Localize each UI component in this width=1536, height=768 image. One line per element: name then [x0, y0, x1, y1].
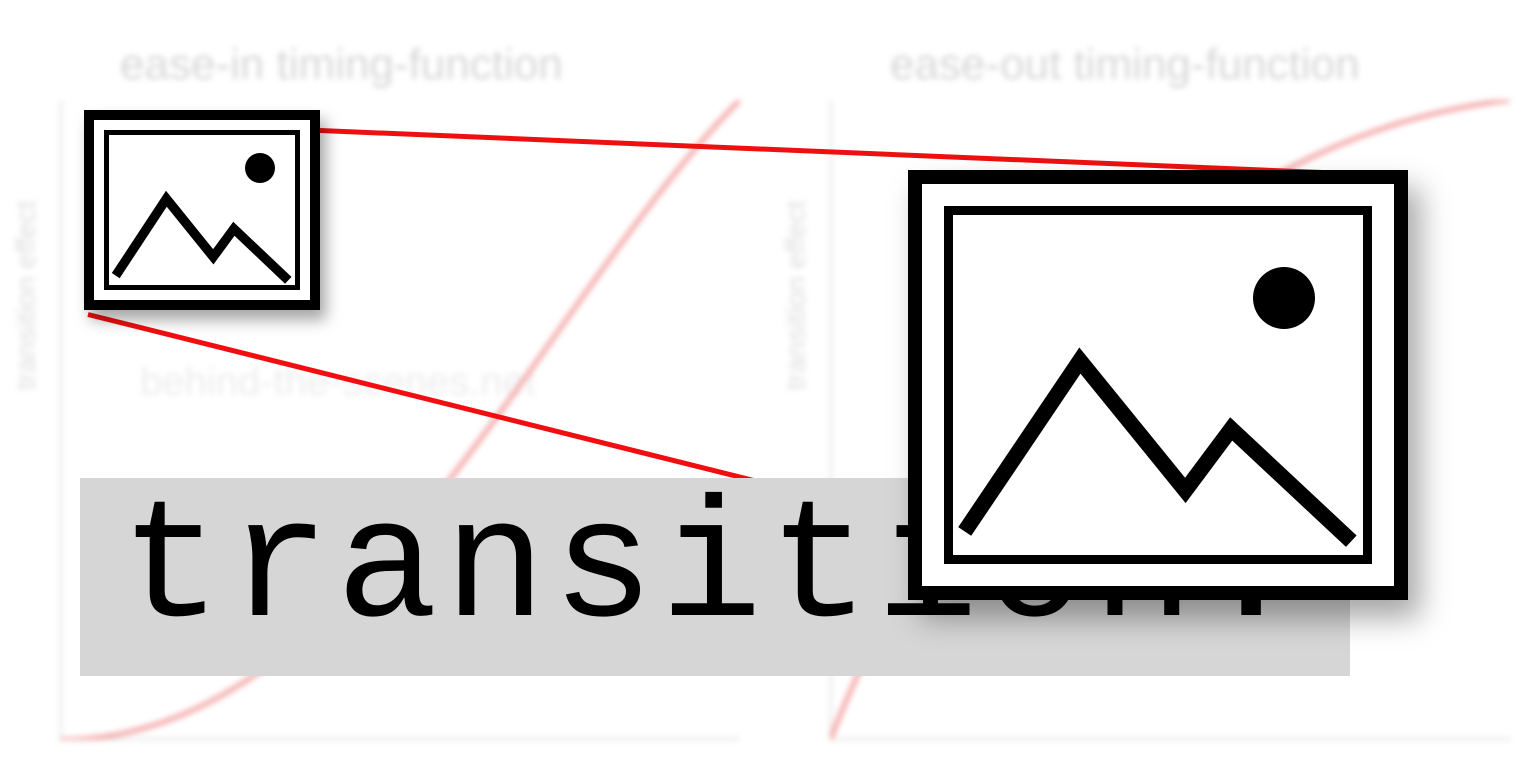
image-icon-large — [908, 170, 1408, 600]
chart-title-right: ease-out timing-function — [890, 40, 1360, 90]
y-axis-label-right: transition effect — [780, 201, 812, 390]
image-icon-small-inner — [104, 130, 300, 290]
y-axis-label-left: transition effect — [10, 201, 42, 390]
image-icon-large-inner — [944, 206, 1372, 564]
chart-title-left: ease-in timing-function — [120, 40, 563, 90]
image-icon-small — [84, 110, 320, 310]
mountains-icon — [953, 215, 1363, 555]
mountains-icon — [109, 135, 295, 285]
diagram-stage: ease-in timing-function transition effec… — [0, 0, 1536, 768]
